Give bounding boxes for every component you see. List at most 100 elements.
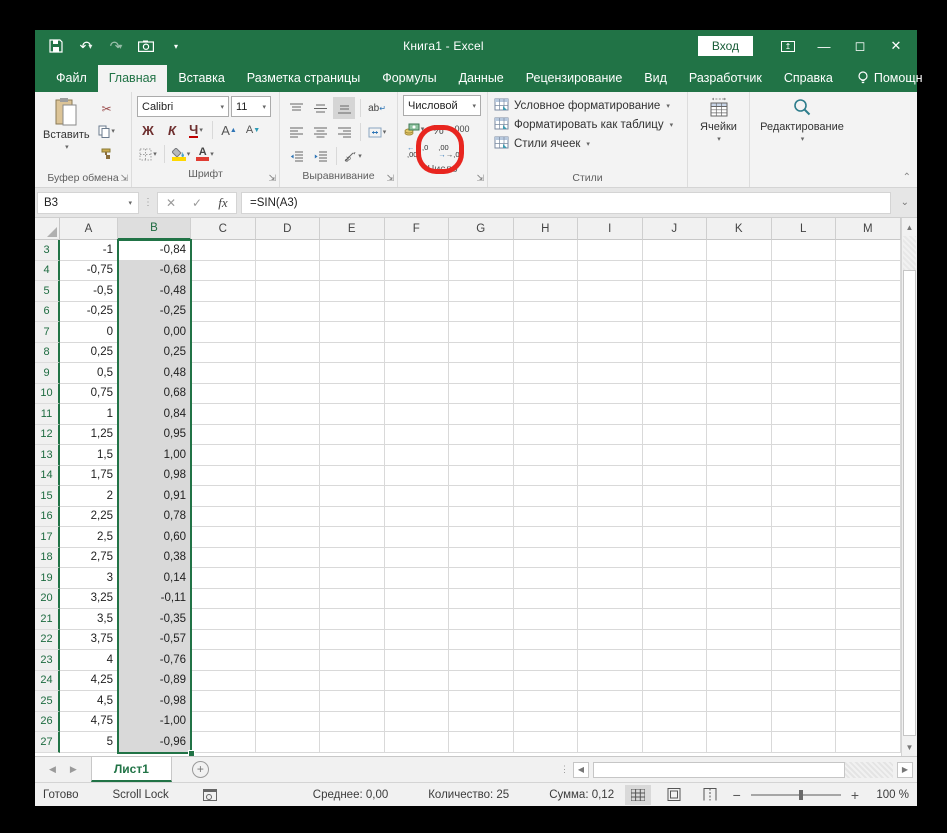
cell-B9[interactable]: 0,48 xyxy=(118,363,191,384)
cell-B27[interactable]: -0,96 xyxy=(118,732,191,753)
cell-A5[interactable]: -0,5 xyxy=(60,281,118,302)
cell-I12[interactable] xyxy=(578,424,643,445)
cell-E12[interactable] xyxy=(320,424,385,445)
cell-J5[interactable] xyxy=(642,281,707,302)
cell-K10[interactable] xyxy=(707,383,772,404)
row-header-26[interactable]: 26 xyxy=(35,711,60,732)
cell-B11[interactable]: 0,84 xyxy=(118,404,191,425)
cell-M3[interactable] xyxy=(836,240,901,261)
row-header-4[interactable]: 4 xyxy=(35,260,60,281)
close-button[interactable]: ✕ xyxy=(879,33,913,59)
sheet-nav-prev-button[interactable]: ◀ xyxy=(49,764,56,775)
cell-A21[interactable]: 3,5 xyxy=(60,609,118,630)
cell-L19[interactable] xyxy=(771,568,836,589)
cell-G16[interactable] xyxy=(449,506,514,527)
cell-L16[interactable] xyxy=(771,506,836,527)
cell-M7[interactable] xyxy=(836,322,901,343)
cell-J16[interactable] xyxy=(642,506,707,527)
clipboard-dialog-launcher[interactable]: ⇲ xyxy=(120,173,128,184)
cell-D4[interactable] xyxy=(255,260,320,281)
fill-color-button[interactable]: ▾ xyxy=(170,143,192,165)
row-header-12[interactable]: 12 xyxy=(35,424,60,445)
tab-разработчик[interactable]: Разработчик xyxy=(678,65,773,92)
formula-bar-splitter[interactable]: ⋮ xyxy=(143,197,153,208)
cell-M26[interactable] xyxy=(836,711,901,732)
cell-A4[interactable]: -0,75 xyxy=(60,260,118,281)
cell-C19[interactable] xyxy=(191,568,256,589)
font-dialog-launcher[interactable]: ⇲ xyxy=(268,173,276,184)
cell-D19[interactable] xyxy=(255,568,320,589)
cell-C9[interactable] xyxy=(191,363,256,384)
grow-font-button[interactable]: A ▲ xyxy=(218,119,240,141)
cell-E13[interactable] xyxy=(320,445,385,466)
cell-F20[interactable] xyxy=(384,588,449,609)
cell-K14[interactable] xyxy=(707,465,772,486)
cell-D18[interactable] xyxy=(255,547,320,568)
cell-B13[interactable]: 1,00 xyxy=(118,445,191,466)
cell-F16[interactable] xyxy=(384,506,449,527)
cell-I14[interactable] xyxy=(578,465,643,486)
cell-L26[interactable] xyxy=(771,711,836,732)
zoom-out-button[interactable]: − xyxy=(733,787,741,803)
cell-J22[interactable] xyxy=(642,629,707,650)
cell-K5[interactable] xyxy=(707,281,772,302)
tab-вид[interactable]: Вид xyxy=(633,65,678,92)
cell-M6[interactable] xyxy=(836,301,901,322)
cell-I9[interactable] xyxy=(578,363,643,384)
cell-E26[interactable] xyxy=(320,711,385,732)
cell-F23[interactable] xyxy=(384,650,449,671)
cell-G8[interactable] xyxy=(449,342,514,363)
save-icon[interactable] xyxy=(43,34,69,58)
cell-H14[interactable] xyxy=(513,465,578,486)
font-color-button[interactable]: А ▾ xyxy=(194,143,216,165)
cell-L13[interactable] xyxy=(771,445,836,466)
expand-formula-bar-button[interactable]: ⌄ xyxy=(895,197,915,208)
cell-I17[interactable] xyxy=(578,527,643,548)
cell-L20[interactable] xyxy=(771,588,836,609)
cell-K19[interactable] xyxy=(707,568,772,589)
cell-E21[interactable] xyxy=(320,609,385,630)
zoom-in-button[interactable]: + xyxy=(851,787,859,803)
cell-L10[interactable] xyxy=(771,383,836,404)
cell-B8[interactable]: 0,25 xyxy=(118,342,191,363)
cell-J12[interactable] xyxy=(642,424,707,445)
cell-L5[interactable] xyxy=(771,281,836,302)
cell-A14[interactable]: 1,75 xyxy=(60,465,118,486)
cut-button[interactable]: ✂ xyxy=(96,98,118,120)
cell-G15[interactable] xyxy=(449,486,514,507)
column-header-L[interactable]: L xyxy=(771,218,836,240)
cell-M24[interactable] xyxy=(836,670,901,691)
cell-G3[interactable] xyxy=(449,240,514,261)
cell-C22[interactable] xyxy=(191,629,256,650)
page-layout-view-button[interactable] xyxy=(661,785,687,805)
cell-K15[interactable] xyxy=(707,486,772,507)
cell-D27[interactable] xyxy=(255,732,320,753)
cell-H17[interactable] xyxy=(513,527,578,548)
cell-C3[interactable] xyxy=(191,240,256,261)
cell-K4[interactable] xyxy=(707,260,772,281)
column-header-E[interactable]: E xyxy=(320,218,385,240)
cell-M27[interactable] xyxy=(836,732,901,753)
column-header-C[interactable]: C xyxy=(191,218,256,240)
cell-F15[interactable] xyxy=(384,486,449,507)
cell-F5[interactable] xyxy=(384,281,449,302)
cell-E18[interactable] xyxy=(320,547,385,568)
cell-H4[interactable] xyxy=(513,260,578,281)
cell-I6[interactable] xyxy=(578,301,643,322)
cell-K12[interactable] xyxy=(707,424,772,445)
cell-D5[interactable] xyxy=(255,281,320,302)
cell-F21[interactable] xyxy=(384,609,449,630)
cell-B3[interactable]: -0,84 xyxy=(118,240,191,261)
cell-M4[interactable] xyxy=(836,260,901,281)
row-header-6[interactable]: 6 xyxy=(35,301,60,322)
cell-C25[interactable] xyxy=(191,691,256,712)
cell-B10[interactable]: 0,68 xyxy=(118,383,191,404)
cell-L22[interactable] xyxy=(771,629,836,650)
cell-E15[interactable] xyxy=(320,486,385,507)
cell-I3[interactable] xyxy=(578,240,643,261)
cell-I24[interactable] xyxy=(578,670,643,691)
cell-F12[interactable] xyxy=(384,424,449,445)
cell-D12[interactable] xyxy=(255,424,320,445)
cell-M23[interactable] xyxy=(836,650,901,671)
cell-I13[interactable] xyxy=(578,445,643,466)
